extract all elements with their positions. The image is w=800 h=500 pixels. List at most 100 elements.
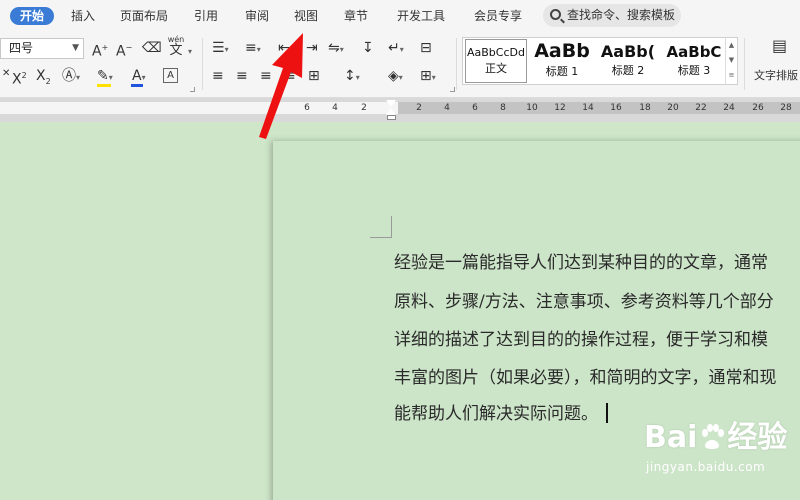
baidu-jingyan-watermark: Bai 经验 jingyan.baidu.com [636, 412, 796, 484]
style-sample: AaBbCcDd [467, 46, 525, 59]
font-color-bar [131, 84, 143, 87]
styles-scroll[interactable]: ▲ ▼ ≡ [725, 38, 737, 84]
borders-icon[interactable]: ⊞▾ [420, 68, 436, 86]
justify-icon[interactable]: ≡ [284, 68, 296, 84]
sort-icon[interactable]: ↧ [362, 40, 374, 56]
tab-home[interactable]: 开始 [10, 7, 55, 25]
style-sample: AaBb [534, 40, 590, 62]
style-normal[interactable]: AaBbCcDd 正文 [465, 39, 527, 83]
decrease-indent-icon[interactable]: ⇤ [278, 40, 290, 56]
chevron-down-icon[interactable]: ▾ [188, 44, 192, 60]
tab-member[interactable]: 会员专享 [474, 7, 522, 25]
ruler-tick: 6 [472, 103, 478, 113]
ruler-tick: 10 [526, 103, 538, 113]
tab-review[interactable]: 审阅 [245, 7, 269, 25]
text-layout-button[interactable]: 文字排版 [754, 68, 798, 84]
chevron-down-icon[interactable]: ▼ [726, 53, 737, 68]
ruler-text-area [398, 102, 800, 114]
margin-corner-mark [370, 216, 392, 238]
ruler-tick: 8 [500, 103, 506, 113]
increase-indent-icon[interactable]: ⇥ [306, 40, 318, 56]
tab-developer-tools[interactable]: 开发工具 [397, 7, 445, 25]
style-heading-2[interactable]: AaBb( 标题 2 [595, 38, 661, 84]
hanging-indent-handle[interactable] [386, 108, 396, 115]
font-size-select[interactable]: 四号 ▼ [0, 38, 84, 59]
ribbon-toolbar: 四号 ▼ A+ A− ⌫ wén 文 ▾ ✕ X2 X2 Ⓐ▾ ✎▾ A▾ A … [0, 32, 800, 98]
paragraph-line-text: 能帮助人们解决实际问题。 [394, 404, 598, 424]
style-label: 标题 1 [545, 65, 579, 78]
ruler-tick: 24 [723, 103, 735, 113]
expand-icon[interactable]: ≡ [726, 68, 737, 83]
text-effect-icon[interactable]: Ⓐ▾ [62, 68, 80, 86]
paragraph-line[interactable]: 丰富的图片（如果必要），和简明的文字，通常和现 [394, 363, 777, 388]
numbered-list-icon[interactable]: ≡▾ [245, 40, 261, 58]
align-right-icon[interactable]: ≡ [260, 68, 272, 84]
menu-tab-bar: 开始 插入 页面布局 引用 审阅 视图 章节 开发工具 会员专享 查找命令、搜索… [0, 0, 800, 32]
style-sample: AaBb( [600, 42, 656, 61]
align-left-icon[interactable]: ≡ [212, 68, 224, 84]
ruler-tick: 28 [780, 103, 792, 113]
ruler-tick: 12 [554, 103, 566, 113]
ruler-tick: 26 [752, 103, 764, 113]
divider [744, 38, 745, 90]
text-layout-icon[interactable]: ▤ [772, 38, 787, 54]
phonetic-guide-char: 文 [169, 43, 183, 58]
tab-references[interactable]: 引用 [194, 7, 218, 25]
style-sample: AaBbC [666, 43, 722, 61]
chevron-down-icon: ▼ [72, 43, 79, 53]
paragraph-line[interactable]: 原料、步骤/方法、注意事项、参考资料等几个部分 [394, 287, 774, 312]
paragraph-line[interactable]: 详细的描述了达到目的的操作过程，便于学习和模 [394, 325, 768, 350]
font-dialog-launcher[interactable] [190, 87, 195, 92]
watermark-logo-right: 经验 [727, 420, 788, 455]
tab-page-layout[interactable]: 页面布局 [120, 7, 168, 25]
shrink-font-icon[interactable]: A− [116, 40, 132, 60]
watermark-url: jingyan.baidu.com [646, 460, 766, 474]
paragraph-dialog-launcher[interactable] [450, 87, 455, 92]
left-indent-handle[interactable] [387, 115, 396, 120]
align-center-icon[interactable]: ≡ [236, 68, 248, 84]
tab-insert[interactable]: 插入 [71, 7, 95, 25]
first-line-indent-handle[interactable] [386, 100, 396, 107]
style-heading-1[interactable]: AaBb 标题 1 [529, 38, 595, 84]
paw-icon [702, 424, 725, 449]
shading-icon[interactable]: ◈▾ [388, 68, 403, 86]
distributed-align-icon[interactable]: ⊞ [308, 68, 320, 84]
char-border-icon[interactable]: A [163, 68, 178, 83]
ruler-tick: 16 [610, 103, 622, 113]
text-cursor [606, 403, 608, 423]
text-direction-icon[interactable]: ⇋▾ [328, 40, 344, 58]
search-label: 查找命令、搜索模板 [567, 8, 676, 22]
ruler-tick: 18 [639, 103, 651, 113]
tab-view[interactable]: 视图 [294, 7, 318, 25]
divider [456, 38, 457, 90]
phonetic-guide-button[interactable]: wén 文 [165, 35, 187, 58]
style-heading-3[interactable]: AaBbC 标题 3 [661, 38, 727, 84]
paragraph-line[interactable]: 经验是一篇能指导人们达到某种目的的文章，通常 [394, 248, 768, 273]
ruler-tick: 14 [582, 103, 594, 113]
ruler-margin-area [0, 102, 398, 114]
strikethrough-icon[interactable]: ✕ [2, 66, 10, 82]
style-label: 标题 3 [677, 64, 711, 77]
paragraph-line-last[interactable]: 能帮助人们解决实际问题。 [394, 399, 608, 424]
show-marks-icon[interactable]: ⊟ [420, 40, 432, 56]
subscript-icon[interactable]: X2 [36, 68, 51, 90]
ruler-tick: 2 [416, 103, 422, 113]
superscript-icon[interactable]: X2 [12, 68, 27, 88]
styles-gallery: AaBbCcDd 正文 AaBb 标题 1 AaBb( 标题 2 AaBbC 标… [462, 37, 738, 85]
grow-font-icon[interactable]: A+ [92, 40, 108, 60]
bullet-list-icon[interactable]: ☰▾ [212, 40, 229, 58]
style-label: 标题 2 [611, 64, 645, 77]
style-label: 正文 [485, 62, 507, 75]
line-break-icon[interactable]: ↵▾ [388, 40, 404, 58]
watermark-logo: Bai 经验 [644, 412, 787, 456]
ruler-tick: 2 [361, 103, 367, 113]
search-icon [550, 9, 561, 20]
font-size-value: 四号 [9, 41, 34, 55]
chevron-up-icon[interactable]: ▲ [726, 38, 737, 53]
clear-format-icon[interactable]: ⌫ [142, 40, 162, 56]
ruler-tick: 22 [695, 103, 707, 113]
command-search-box[interactable]: 查找命令、搜索模板 [543, 4, 681, 27]
line-spacing-icon[interactable]: ↕▾ [344, 68, 360, 86]
horizontal-ruler[interactable]: 6 4 2 2 4 6 8 10 12 14 16 18 20 22 24 26… [0, 98, 800, 122]
tab-chapter[interactable]: 章节 [344, 7, 368, 25]
